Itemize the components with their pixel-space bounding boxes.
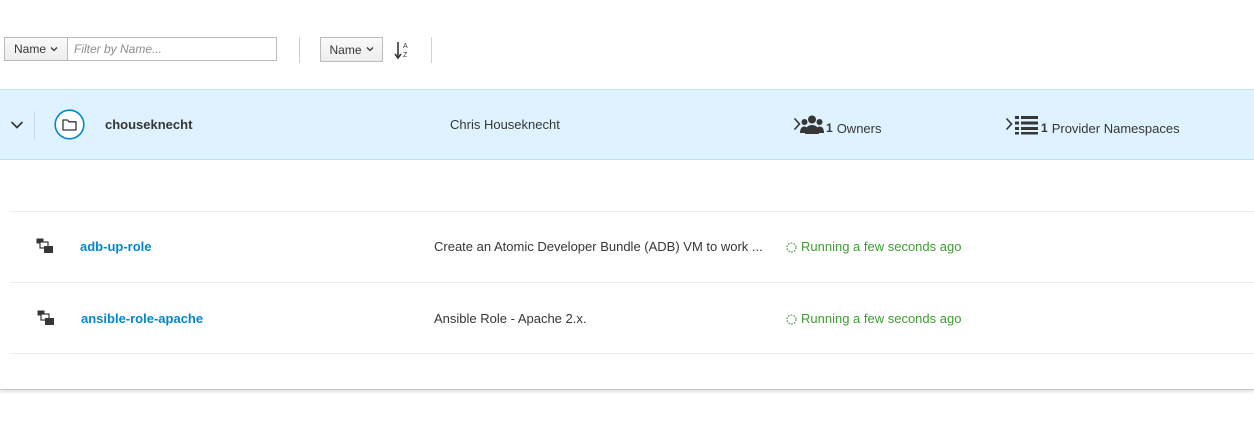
repository-name-link[interactable]: adb-up-role [80, 239, 152, 254]
sort-alpha-asc-icon[interactable]: A Z [394, 40, 412, 60]
list-icon [1015, 115, 1039, 135]
repository-icon [36, 238, 54, 254]
chevron-down-icon[interactable] [10, 118, 24, 130]
repository-description: Ansible Role - Apache 2.x. [434, 311, 587, 326]
repository-name-link[interactable]: ansible-role-apache [81, 311, 203, 326]
namespace-name: chouseknecht [105, 117, 193, 132]
list-divider [10, 353, 1254, 354]
spinner-icon [786, 241, 797, 253]
namespace-display-name: Chris Houseknecht [450, 117, 560, 132]
chevron-right-icon [1005, 117, 1013, 134]
owners-count: 1 [826, 121, 833, 135]
owners-label: Owners [836, 120, 882, 136]
sort-field-dropdown[interactable]: Name [320, 37, 383, 62]
users-icon [800, 114, 824, 136]
chevron-down-icon [50, 45, 58, 54]
spinner-icon [786, 313, 797, 325]
repository-status-text: Running a few seconds ago [801, 239, 962, 254]
providers-compound[interactable]: 1 Provider Namespaces [1005, 112, 1180, 138]
repository-icon [37, 310, 55, 326]
repository-status: Running a few seconds ago [786, 311, 961, 326]
sort-field-label: Name [329, 42, 362, 57]
filter-field-dropdown[interactable]: Name [5, 38, 68, 60]
svg-text:Z: Z [403, 52, 408, 59]
repository-description: Create an Atomic Developer Bundle (ADB) … [434, 239, 763, 254]
repository-status-text: Running a few seconds ago [801, 311, 962, 326]
owners-compound[interactable]: 1 Owners [793, 112, 881, 138]
namespace-expanded-panel: adb-up-role Create an Atomic Developer B… [0, 160, 1254, 390]
toolbar-divider [431, 37, 432, 63]
filter-input[interactable] [68, 38, 276, 60]
list-item: ansible-role-apache Ansible Role - Apach… [10, 283, 1254, 353]
toolbar-divider [299, 37, 300, 63]
chevron-down-icon [366, 45, 374, 54]
filter-group: Name [4, 37, 277, 61]
folder-icon [54, 109, 85, 140]
filter-field-label: Name [13, 42, 46, 56]
row-divider [34, 111, 35, 139]
repository-status: Running a few seconds ago [786, 239, 961, 254]
namespace-row[interactable]: chouseknecht Chris Houseknecht 1 Owners [0, 89, 1254, 160]
providers-label: Provider Namespaces [1051, 120, 1180, 136]
list-item: adb-up-role Create an Atomic Developer B… [10, 212, 1254, 282]
providers-count: 1 [1041, 121, 1048, 135]
svg-text:A: A [403, 43, 408, 50]
